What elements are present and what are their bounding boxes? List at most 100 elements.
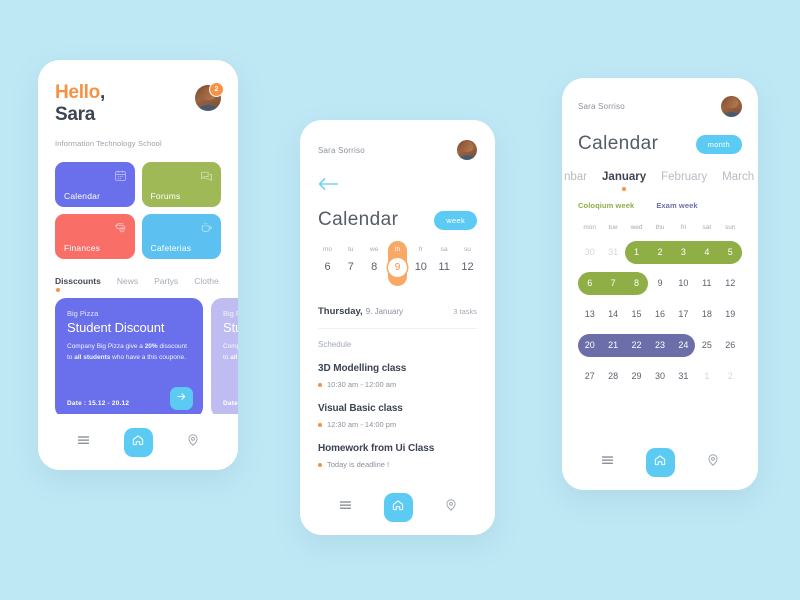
category-tabs: Disscounts News Partys Clothe — [55, 276, 221, 292]
schedule-event[interactable]: Visual Basic class 12:30 am - 14:00 pm — [318, 403, 477, 429]
calendar-day-cell[interactable]: 21 — [601, 334, 624, 357]
month-week-row: 30 31 1 2 3 4 5 — [578, 241, 742, 264]
promo-card[interactable]: Big Pizza Student Discount Company Big P… — [55, 297, 203, 418]
week-day-selected[interactable]: th 9 — [387, 241, 407, 286]
week-day[interactable]: tu 7 — [341, 246, 360, 286]
calendar-day-cell[interactable]: 5 — [719, 241, 742, 264]
hamburger-menu-icon[interactable] — [338, 497, 353, 517]
calendar-day-cell[interactable]: 2 — [719, 365, 742, 388]
promo-title: Student Discount — [67, 319, 165, 335]
calendar-day-cell[interactable]: 27 — [578, 365, 601, 388]
calendar-day-cell[interactable]: 2 — [648, 241, 671, 264]
calendar-day-cell[interactable]: 18 — [695, 303, 718, 326]
hamburger-menu-icon[interactable] — [76, 432, 91, 452]
week-day[interactable]: su 12 — [458, 246, 477, 286]
calendar-day-cell[interactable]: 23 — [648, 334, 671, 357]
weekday-header: tue — [608, 224, 618, 231]
calendar-legend: Coloqium week Exam week — [578, 201, 742, 210]
calendar-day-cell[interactable]: 30 — [648, 365, 671, 388]
weekday-number: 8 — [371, 261, 378, 273]
calendar-day-cell[interactable]: 7 — [601, 272, 624, 295]
avatar[interactable]: 2 — [195, 82, 224, 111]
home-button[interactable] — [123, 427, 153, 457]
legend-coloqium-week[interactable]: Coloqium week — [578, 201, 634, 210]
calendar-day-cell[interactable]: 20 — [578, 334, 601, 357]
phone-month-screen: Sara Sorriso Calendar month nbar January… — [562, 78, 758, 490]
tile-finances[interactable]: Finances — [55, 213, 135, 259]
tab-clothes[interactable]: Clothe — [194, 276, 219, 292]
home-button[interactable] — [383, 492, 413, 522]
legend-exam-week[interactable]: Exam week — [656, 201, 697, 210]
month-tab-december[interactable]: nbar — [564, 171, 587, 191]
promo-card[interactable]: Big Pizza Student Discount Company Big P… — [211, 297, 238, 418]
month-week-row: 13 14 15 16 17 18 19 — [578, 303, 742, 326]
view-toggle-week[interactable]: week — [434, 210, 477, 230]
month-tab-january[interactable]: January — [602, 171, 646, 191]
calendar-day-cell[interactable]: 15 — [625, 303, 648, 326]
promo-date: Date : 15.12 - 20.12 — [67, 399, 130, 407]
calendar-day-cell[interactable]: 25 — [695, 334, 718, 357]
calendar-day-cell[interactable]: 28 — [601, 365, 624, 388]
calendar-day-cell[interactable]: 24 — [672, 334, 695, 357]
promo-carousel[interactable]: Big Pizza Student Discount Company Big P… — [55, 297, 238, 418]
avatar[interactable] — [721, 96, 742, 117]
location-pin-icon[interactable] — [186, 433, 200, 452]
schedule-event[interactable]: 3D Modelling class 10:30 am - 12:00 am — [318, 363, 477, 389]
home-button[interactable] — [645, 447, 675, 477]
calendar-day-cell[interactable]: 13 — [578, 303, 601, 326]
tile-calendar[interactable]: Calendar — [55, 161, 135, 207]
promo-action-button[interactable] — [170, 386, 193, 410]
avatar[interactable] — [457, 140, 477, 160]
view-toggle-month[interactable]: month — [695, 134, 742, 154]
calendar-day-cell[interactable]: 17 — [672, 303, 695, 326]
month-week-row: 6 7 8 9 10 11 12 — [578, 272, 742, 295]
calendar-day-cell[interactable]: 1 — [695, 365, 718, 388]
event-time-row: 12:30 am - 14:00 pm — [318, 420, 477, 429]
calendar-day-cell[interactable]: 9 — [648, 272, 671, 295]
greeting-text: Hello, — [55, 82, 105, 103]
page-title: Calendar — [318, 209, 399, 230]
calendar-day-cell[interactable]: 8 — [625, 272, 648, 295]
calendar-day-cell[interactable]: 10 — [672, 272, 695, 295]
month-tab-march[interactable]: March — [722, 171, 754, 191]
calendar-day-cell[interactable]: 22 — [625, 334, 648, 357]
chat-icon — [200, 169, 213, 187]
weekday-number: 11 — [438, 261, 450, 273]
back-button[interactable] — [318, 176, 477, 197]
tab-partys[interactable]: Partys — [154, 276, 178, 292]
week-day[interactable]: sa 11 — [435, 246, 454, 286]
calendar-day-cell[interactable]: 12 — [719, 272, 742, 295]
tab-disscounts[interactable]: Disscounts — [55, 276, 101, 292]
tile-label: Cafeterias — [150, 242, 192, 253]
calendar-day-cell[interactable]: 6 — [578, 272, 601, 295]
calendar-day-cell[interactable]: 14 — [601, 303, 624, 326]
calendar-day-cell[interactable]: 30 — [578, 241, 601, 264]
calendar-day-cell[interactable]: 11 — [695, 272, 718, 295]
home-icon — [131, 433, 145, 452]
phone-home-screen: Hello, Sara 2 Information Technology Sch… — [38, 60, 238, 470]
user-name: Sara Sorriso — [318, 145, 365, 155]
week-day[interactable]: we 8 — [365, 246, 384, 286]
hamburger-menu-icon[interactable] — [600, 452, 615, 472]
calendar-day-cell[interactable]: 31 — [601, 241, 624, 264]
calendar-day-cell[interactable]: 16 — [648, 303, 671, 326]
month-tab-february[interactable]: February — [661, 171, 707, 191]
schedule-event[interactable]: Homework from Ui Class Today is deadline… — [318, 443, 477, 469]
calendar-day-cell[interactable]: 29 — [625, 365, 648, 388]
calendar-day-cell[interactable]: 4 — [695, 241, 718, 264]
week-day[interactable]: fr 10 — [411, 246, 430, 286]
tile-label: Forums — [150, 190, 181, 201]
location-pin-icon[interactable] — [706, 453, 720, 472]
calendar-day-cell[interactable]: 3 — [672, 241, 695, 264]
calendar-day-cell[interactable]: 26 — [719, 334, 742, 357]
location-pin-icon[interactable] — [444, 498, 458, 517]
selected-day-name: Thursday, — [318, 306, 363, 317]
tile-forums[interactable]: Forums — [141, 161, 221, 207]
week-day[interactable]: mo 6 — [318, 246, 337, 286]
calendar-day-cell[interactable]: 1 — [625, 241, 648, 264]
tab-news[interactable]: News — [117, 276, 138, 292]
tile-cafeterias[interactable]: Cafeterias — [141, 213, 221, 259]
calendar-day-cell[interactable]: 31 — [672, 365, 695, 388]
weekday-header: fri — [680, 224, 687, 231]
calendar-day-cell[interactable]: 19 — [719, 303, 742, 326]
